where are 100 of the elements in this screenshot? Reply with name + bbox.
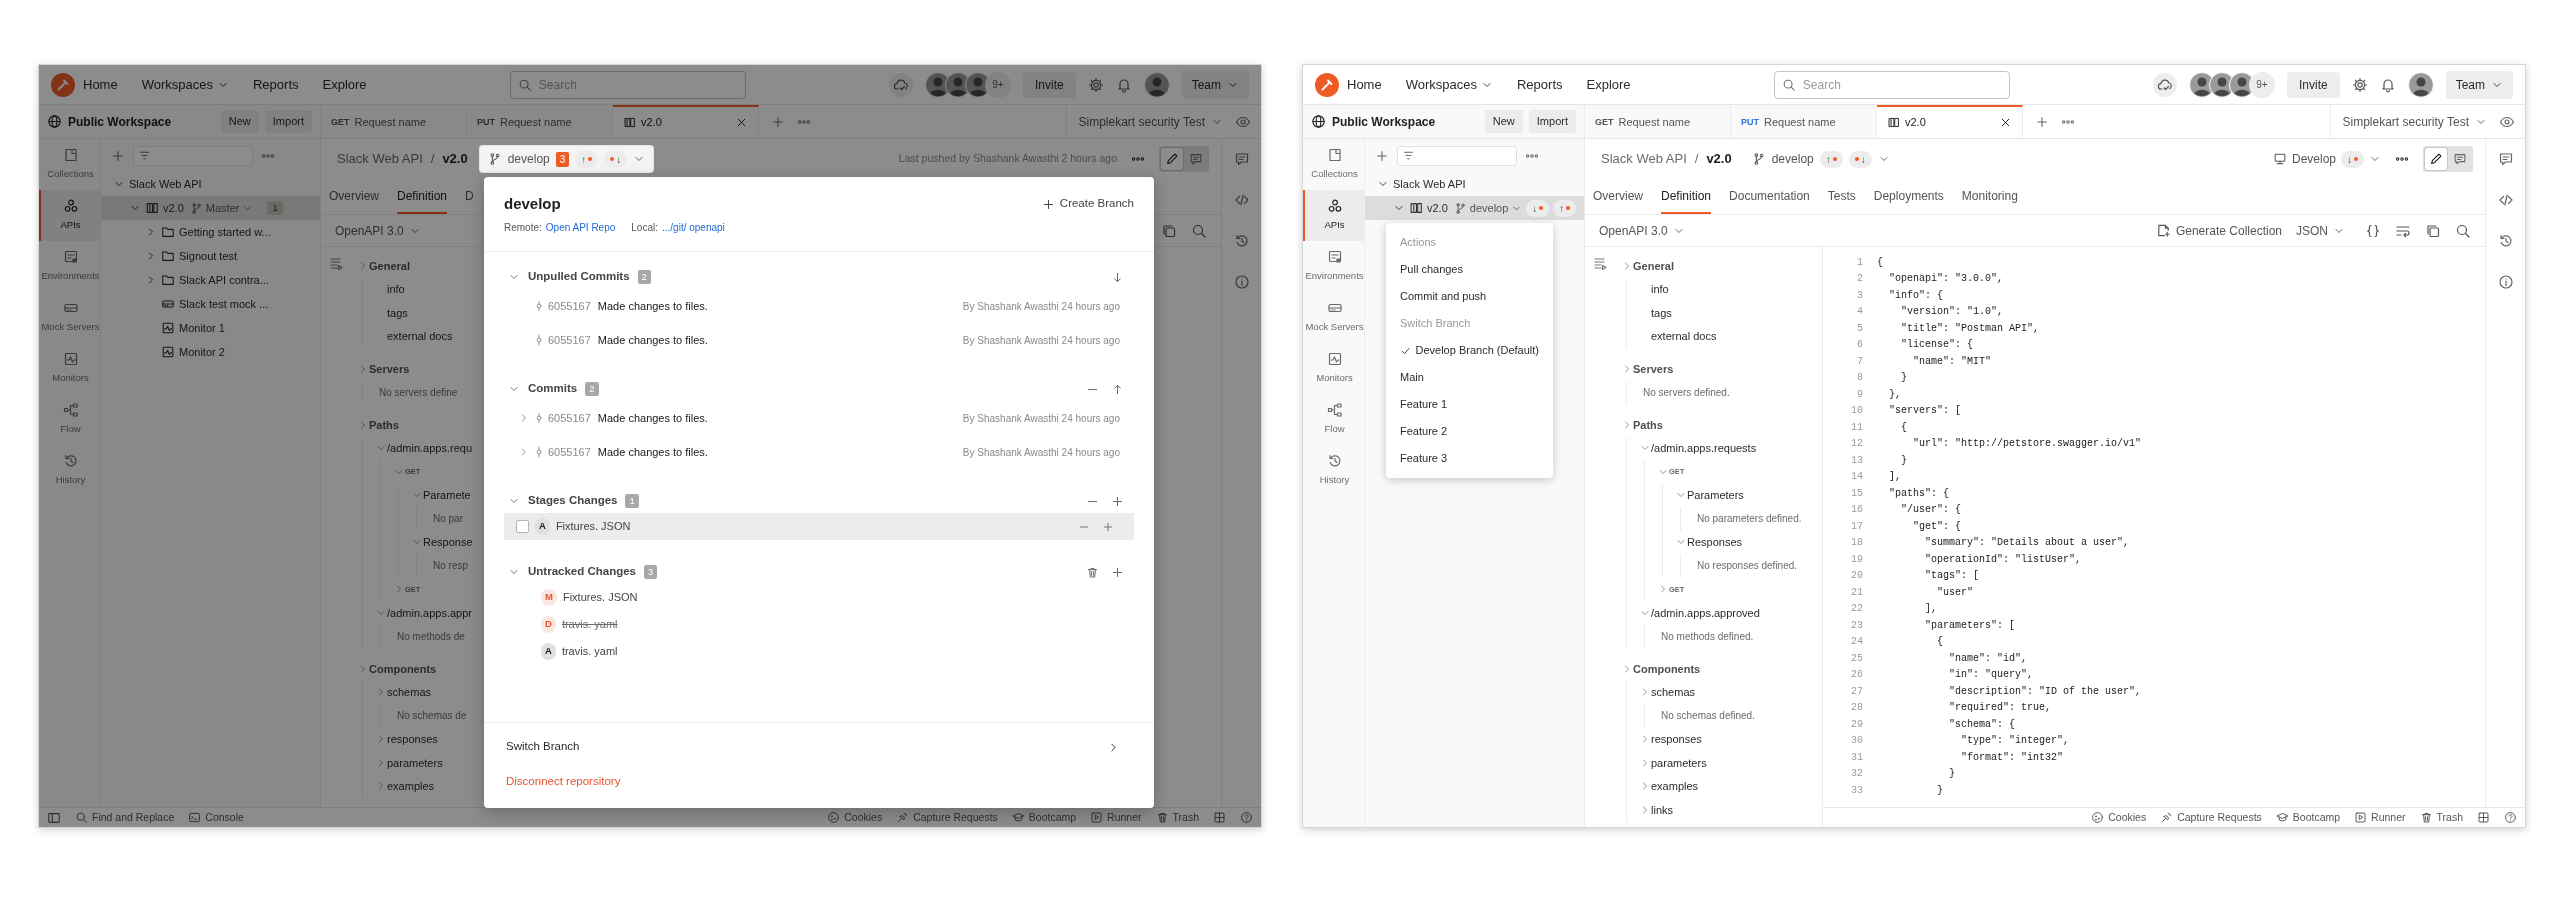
status-item[interactable]: Runner [1090, 809, 1142, 826]
rail-item[interactable]: Environments [39, 241, 100, 292]
nav-link[interactable]: Explore [1586, 74, 1631, 95]
rail-item[interactable]: Flow [1303, 394, 1364, 445]
status-item[interactable]: Capture Requests [2160, 809, 2262, 826]
menu-item[interactable]: Feature 3 [1386, 445, 1553, 472]
tab[interactable]: Definition [1661, 179, 1712, 214]
tree-item[interactable]: Getting started w... [101, 220, 320, 244]
breadcrumb-link[interactable]: Slack Web API [337, 149, 423, 169]
file-item[interactable]: A travis. yaml [504, 638, 1134, 665]
avatar-icon[interactable] [1143, 71, 1170, 98]
code-icon[interactable] [1233, 192, 1250, 208]
tree-item[interactable]: schemas [375, 680, 432, 704]
menu-item[interactable]: Develop Branch (Default) [1386, 337, 1553, 364]
tab[interactable]: Definition [397, 179, 448, 214]
close-icon[interactable] [1999, 116, 2012, 129]
logo-icon[interactable] [51, 72, 75, 97]
format-dropdown[interactable]: JSON [2296, 221, 2345, 240]
tree-item[interactable]: tags [1639, 301, 1672, 325]
tree-item[interactable]: Responses [1675, 530, 1743, 554]
rail-item[interactable]: History [39, 445, 100, 496]
menu-item[interactable]: Main [1386, 364, 1553, 391]
plus-icon[interactable] [1111, 494, 1124, 508]
status-item[interactable]: Trash [2419, 809, 2463, 826]
trash-icon[interactable] [1086, 565, 1099, 579]
generate-collection-button[interactable]: Generate Collection [2155, 221, 2282, 240]
tree-item[interactable]: parameters [1639, 751, 1707, 775]
section-heading[interactable]: Servers [1621, 357, 1674, 381]
copy-icon[interactable] [2425, 222, 2441, 239]
status-item[interactable]: Bootcamp [2275, 809, 2341, 826]
search-field[interactable]: Search [509, 70, 746, 99]
team-button[interactable]: Team [1181, 70, 1249, 99]
rail-item[interactable]: Collections [39, 139, 100, 190]
status-item[interactable]: Runner [2354, 809, 2406, 826]
tree-item[interactable]: Response [411, 530, 473, 554]
breadcrumb-link[interactable]: Slack Web API [1601, 149, 1687, 169]
history-icon[interactable] [2497, 233, 2514, 249]
tree-item[interactable]: Slack Web API [1365, 172, 1584, 196]
tree-item[interactable]: schemas [1639, 680, 1696, 704]
arrow-down-icon[interactable] [1111, 270, 1124, 284]
tree-item[interactable]: Paramete [411, 483, 471, 507]
environment-selector[interactable]: Develop ↓ [2272, 150, 2381, 168]
search-field[interactable]: Search [1773, 70, 2010, 99]
section-heading[interactable]: Components [1621, 657, 1701, 681]
rail-item[interactable]: Monitors [39, 343, 100, 394]
history-icon[interactable] [1233, 233, 1250, 249]
tree-item[interactable]: Monitor 1 [101, 316, 320, 340]
cloud-check-icon[interactable] [2152, 72, 2177, 97]
status-item[interactable]: Bootcamp [1011, 809, 1077, 826]
tab[interactable]: Deployments [1873, 179, 1944, 214]
menu-item[interactable]: Commit and push [1386, 283, 1553, 310]
tree-item[interactable]: tags [375, 301, 408, 325]
tree-item[interactable]: /admin.apps.requ [375, 436, 472, 460]
tree-item[interactable]: parameters [375, 751, 443, 775]
status-item[interactable]: Capture Requests [896, 809, 998, 826]
tree-item[interactable]: info [1639, 277, 1669, 301]
status-item[interactable]: Trash [1155, 809, 1199, 826]
menu-item[interactable]: Feature 1 [1386, 391, 1553, 418]
nav-link[interactable]: Explore [322, 74, 367, 95]
tree-item[interactable]: responses [1639, 727, 1702, 751]
tree-item[interactable]: info [375, 277, 405, 301]
rail-item[interactable]: Environments [1303, 241, 1364, 292]
tree-item[interactable]: external docs [1639, 324, 1717, 348]
tree-item[interactable]: /admin.apps.approved [1639, 601, 1760, 625]
tree-item[interactable]: v2.0 Master 1 [101, 196, 320, 220]
collaborator-count[interactable]: 9+ [2248, 71, 2275, 98]
tree-item[interactable]: links [1639, 798, 1673, 822]
section-heading[interactable]: Paths [1621, 413, 1663, 437]
tree-item[interactable]: /admin.apps.appr [375, 601, 472, 625]
tree-item[interactable]: Slack API contra... [101, 268, 320, 292]
rail-item[interactable]: History [1303, 445, 1364, 496]
plus-icon[interactable] [1102, 520, 1114, 533]
file-item[interactable]: D travis. yaml [504, 611, 1134, 638]
search-icon[interactable] [2455, 222, 2471, 239]
format-selector[interactable]: OpenAPI 3.0 [1599, 221, 1685, 240]
braces-icon[interactable] [2365, 222, 2381, 239]
branch-selector[interactable]: Master [189, 199, 254, 217]
sidebar-toggle-icon[interactable] [47, 810, 61, 825]
filter-field[interactable] [1397, 145, 1517, 166]
rail-item[interactable]: Flow [39, 394, 100, 445]
menu-item[interactable]: Pull changes [1386, 256, 1553, 283]
help-icon[interactable] [1240, 811, 1253, 824]
tree-item[interactable]: examples [375, 774, 435, 798]
status-item[interactable]: Cookies [2091, 809, 2147, 826]
settings-icon[interactable] [1087, 76, 1104, 93]
copy-icon[interactable] [1161, 222, 1177, 239]
section-heading[interactable]: General [1621, 254, 1674, 278]
filter-field[interactable] [133, 145, 253, 166]
disconnect-link[interactable]: Disconnect reporsitory [506, 767, 1120, 797]
comment-icon[interactable] [2497, 151, 2514, 167]
nav-link[interactable]: Reports [253, 74, 299, 95]
code-icon[interactable] [2497, 192, 2514, 208]
collaborator-count[interactable]: 9+ [984, 71, 1011, 98]
section-heading[interactable]: Paths [357, 413, 399, 437]
tree-item[interactable]: v2.0 develop ↓ ↑ [1365, 196, 1584, 220]
tree-item[interactable]: /admin.apps.requests [1639, 436, 1757, 460]
tab[interactable]: Tests [1827, 179, 1856, 214]
search-icon[interactable] [1191, 222, 1207, 239]
format-selector[interactable]: OpenAPI 3.0 [335, 221, 421, 240]
branch-selector[interactable]: develop ↑ ↓ [1743, 146, 1898, 172]
